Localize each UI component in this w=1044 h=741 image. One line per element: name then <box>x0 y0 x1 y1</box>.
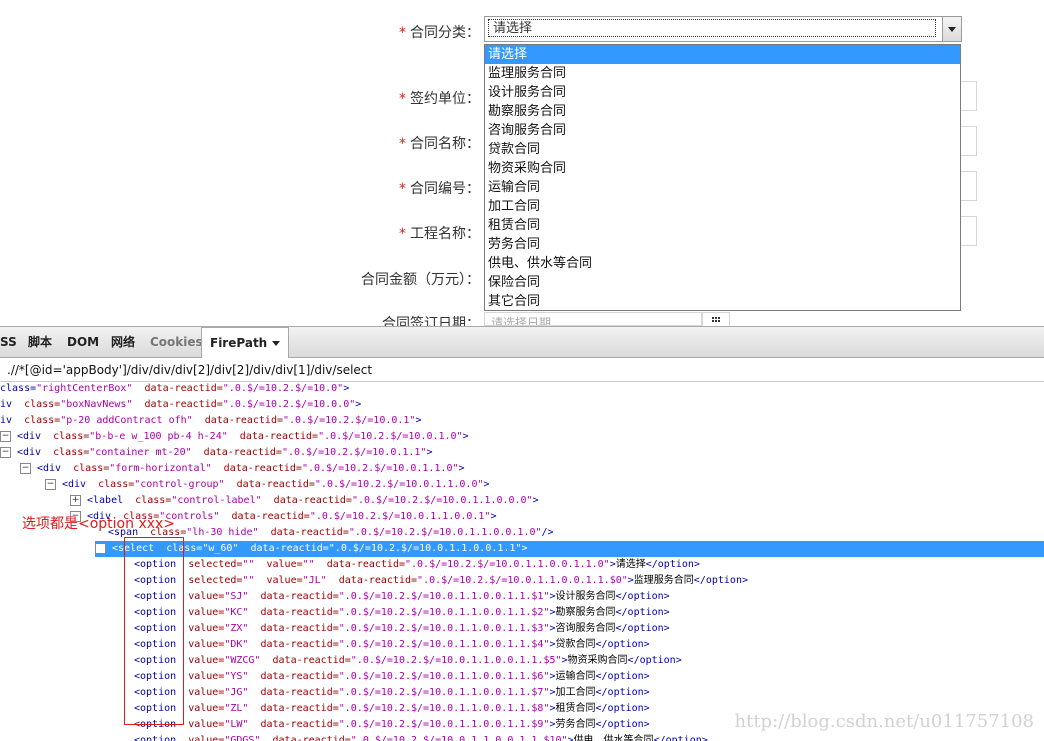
tree-node-text: <option value="LW" data-reactid=".0.$/=1… <box>134 719 650 730</box>
dropdown-option[interactable]: 保险合同 <box>485 273 960 292</box>
tree-node-text: <label class="control-label" data-reacti… <box>87 495 539 506</box>
tree-node-text: <option selected="" value="" data-reacti… <box>134 559 700 570</box>
collapse-icon[interactable]: − <box>20 462 31 474</box>
tree-node-text: class="rightCenterBox" data-reactid=".0.… <box>0 383 350 394</box>
tab-script[interactable]: 脚本 <box>28 327 52 357</box>
tree-node[interactable]: <option selected="" value="JL" data-reac… <box>134 573 748 589</box>
dropdown-option[interactable]: 请选择 <box>485 45 960 64</box>
tree-node-text: <option value="JG" data-reactid=".0.$/=1… <box>134 687 650 698</box>
tree-node-text: <div class="b-b-e w_100 pb-4 h-24" data-… <box>17 431 469 442</box>
tree-node-text: <option value="WZCG" data-reactid=".0.$/… <box>134 655 682 666</box>
dropdown-option[interactable]: 勘察服务合同 <box>485 102 960 121</box>
category-select-value: 请选择 <box>488 19 936 37</box>
category-select[interactable]: 请选择 <box>484 16 962 42</box>
tree-node-text: iv class="p-20 addContract ofh" data-rea… <box>0 415 422 426</box>
annotation-text: 选项都是<option xxx> <box>22 516 176 532</box>
row-category: * 合同分类： <box>0 20 480 48</box>
dropdown-option[interactable]: 供电、供水等合同 <box>485 254 960 273</box>
dropdown-option[interactable]: 劳务合同 <box>485 235 960 254</box>
dropdown-option[interactable]: 物资采购合同 <box>485 159 960 178</box>
tree-node-text: <div class="container mt-20" data-reacti… <box>17 447 433 458</box>
tree-node[interactable]: − <div class="form-horizontal" data-react… <box>20 461 465 477</box>
project-input[interactable] <box>960 216 977 246</box>
label-amount: 合同金额（万元）： <box>361 272 480 288</box>
tree-node[interactable]: <option value="DK" data-reactid=".0.$/=1… <box>134 637 650 653</box>
label-category: * 合同分类： <box>399 25 480 41</box>
dropdown-option[interactable]: 租赁合同 <box>485 216 960 235</box>
tree-node-text: <div class="control-group" data-reactid=… <box>62 479 490 490</box>
firebug-panel: SS 脚本 DOM 网络 Cookies FirePath .//*[@id='… <box>0 326 1044 741</box>
dropdown-option[interactable]: 运输合同 <box>485 178 960 197</box>
collapse-icon[interactable]: − <box>0 446 11 458</box>
tree-node[interactable]: − <div class="control-group" data-reactid… <box>45 477 490 493</box>
tab-firepath[interactable]: FirePath <box>201 327 290 358</box>
expand-icon[interactable]: + <box>70 494 81 506</box>
name-input[interactable] <box>960 126 977 156</box>
chevron-down-icon[interactable] <box>942 17 961 41</box>
tab-cookies[interactable]: Cookies <box>150 327 203 357</box>
tree-node[interactable]: + <label class="control-label" data-react… <box>70 493 539 509</box>
collapse-icon[interactable]: − <box>0 430 11 442</box>
dropdown-option[interactable]: 设计服务合同 <box>485 83 960 102</box>
tree-node[interactable]: <option selected="" value="" data-reacti… <box>134 557 700 573</box>
row-amount: 合同金额（万元）： <box>0 267 480 295</box>
xpath-input[interactable]: .//*[@id='appBody']/div/div/div[2]/div[2… <box>0 358 1044 382</box>
tree-node[interactable]: <option value="ZX" data-reactid=".0.$/=1… <box>134 621 670 637</box>
contract-form: * 合同分类： 请选择 * 签约单位： * 合同名称： * 合同编号： * 工程名称： 合… <box>0 0 1044 328</box>
tree-node[interactable]: iv class="boxNavNews" data-reactid=".0.$… <box>0 397 361 413</box>
row-signer: * 签约单位： <box>0 86 480 114</box>
tree-node[interactable]: <option value="SJ" data-reactid=".0.$/=1… <box>134 589 670 605</box>
tree-node[interactable]: <option value="YS" data-reactid=".0.$/=1… <box>134 669 650 685</box>
watermark: http://blog.csdn.net/u011757108 <box>734 711 1035 732</box>
tree-node[interactable]: <option value="KC" data-reactid=".0.$/=1… <box>134 605 670 621</box>
label-number: * 合同编号： <box>399 181 480 197</box>
label-project: * 工程名称： <box>399 226 480 242</box>
devtools-tabbar: SS 脚本 DOM 网络 Cookies FirePath <box>0 327 1044 358</box>
tree-node[interactable]: <option value="WZCG" data-reactid=".0.$/… <box>134 653 682 669</box>
tab-net[interactable]: 网络 <box>111 327 135 357</box>
label-signer: * 签约单位： <box>399 91 480 107</box>
dropdown-option[interactable]: 监理服务合同 <box>485 64 960 83</box>
row-sign-date: 合同签订日期： <box>0 312 480 326</box>
tree-node-text: <option value="YS" data-reactid=".0.$/=1… <box>134 671 650 682</box>
tree-node[interactable]: − <div class="container mt-20" data-react… <box>0 445 432 461</box>
dropdown-option[interactable]: 咨询服务合同 <box>485 121 960 140</box>
collapse-icon[interactable]: − <box>45 478 56 490</box>
tree-node[interactable]: class="rightCenterBox" data-reactid=".0.… <box>0 383 349 397</box>
annotation-box <box>124 537 184 725</box>
dropdown-option[interactable]: 其它合同 <box>485 292 960 311</box>
dropdown-option[interactable]: 加工合同 <box>485 197 960 216</box>
tree-node[interactable]: iv class="p-20 addContract ofh" data-rea… <box>0 413 421 429</box>
tree-node-text: <option value="SJ" data-reactid=".0.$/=1… <box>134 591 670 602</box>
row-project: * 工程名称： <box>0 221 480 249</box>
category-dropdown-list[interactable]: 请选择 监理服务合同 设计服务合同 勘察服务合同 咨询服务合同 贷款合同 物资采购合同 运输合… <box>484 44 961 311</box>
tree-node-text: <option value="DK" data-reactid=".0.$/=1… <box>134 639 650 650</box>
tree-node[interactable]: <option value="ZL" data-reactid=".0.$/=1… <box>134 701 650 717</box>
label-name: * 合同名称： <box>399 136 480 152</box>
label-sign-date: 合同签订日期： <box>382 316 480 326</box>
sign-date-input[interactable]: 请选择日期 <box>484 312 702 326</box>
tree-node[interactable]: <option value="LW" data-reactid=".0.$/=1… <box>134 717 650 733</box>
dropdown-option[interactable]: 贷款合同 <box>485 140 960 159</box>
tree-node[interactable]: − <div class="b-b-e w_100 pb-4 h-24" data… <box>0 429 469 445</box>
signer-input[interactable] <box>960 81 977 111</box>
number-input[interactable] <box>960 171 977 201</box>
tree-node-text: <option value="ZX" data-reactid=".0.$/=1… <box>134 623 670 634</box>
tab-css[interactable]: SS <box>0 327 17 357</box>
required-mark: * <box>399 25 406 41</box>
tree-node-text: <div class="form-horizontal" data-reacti… <box>37 463 465 474</box>
tree-node-text: <option value="KC" data-reactid=".0.$/=1… <box>134 607 670 618</box>
row-name: * 合同名称： <box>0 131 480 159</box>
tree-node-text: <option value="GDGS" data-reactid=".0.$/… <box>134 735 708 741</box>
tree-node-text: iv class="boxNavNews" data-reactid=".0.$… <box>0 399 362 410</box>
tree-node-text: <option selected="" value="JL" data-reac… <box>134 575 748 586</box>
tree-node-selected[interactable]: − <select class="w_60" data-reactid=".0.$… <box>95 541 1044 557</box>
tab-dom[interactable]: DOM <box>67 327 99 357</box>
row-number: * 合同编号： <box>0 176 480 204</box>
collapse-icon[interactable]: − <box>95 542 106 554</box>
tree-node[interactable]: <option value="JG" data-reactid=".0.$/=1… <box>134 685 650 701</box>
tree-node-text: <option value="ZL" data-reactid=".0.$/=1… <box>134 703 650 714</box>
